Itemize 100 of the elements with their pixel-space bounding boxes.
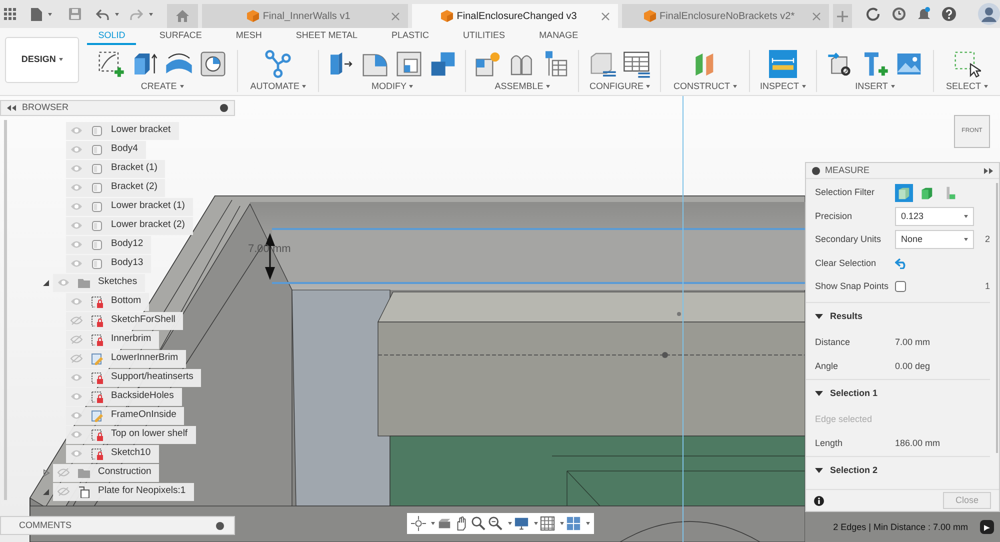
checkbox[interactable] bbox=[895, 281, 906, 292]
collapse-arrow-icon[interactable] bbox=[42, 468, 50, 476]
dot-icon[interactable] bbox=[216, 522, 224, 530]
avatar-icon[interactable] bbox=[978, 3, 1000, 25]
field-label: Selection Filter bbox=[815, 186, 876, 199]
section-header[interactable]: Selection 1 bbox=[806, 380, 990, 408]
tree-item[interactable]: Lower bracket (1) bbox=[66, 198, 193, 216]
tree-item[interactable]: Innerbrim bbox=[66, 330, 160, 348]
dot-icon[interactable] bbox=[812, 166, 820, 174]
dot-icon[interactable] bbox=[220, 104, 228, 112]
scrollbar[interactable] bbox=[4, 120, 7, 500]
toolbar-tab[interactable]: UTILITIES bbox=[452, 30, 516, 45]
tree-item[interactable]: BacksideHoles bbox=[66, 388, 182, 406]
clock-icon[interactable] bbox=[892, 7, 906, 21]
tree-item[interactable]: Support/heatinserts bbox=[66, 368, 202, 386]
tree-item[interactable]: SketchForShell bbox=[66, 312, 184, 330]
tool-group-menu[interactable]: CONSTRUCT bbox=[671, 80, 739, 92]
caret-icon bbox=[890, 84, 895, 88]
scrollbar[interactable] bbox=[996, 183, 998, 453]
tree-item[interactable]: Body13 bbox=[66, 254, 152, 272]
workspace-button[interactable]: DESIGN bbox=[5, 37, 80, 83]
component-icon[interactable] bbox=[474, 50, 502, 78]
double-arrow-icon[interactable] bbox=[7, 105, 16, 111]
orbit-icon[interactable] bbox=[411, 516, 426, 531]
tree-item[interactable]: LowerInnerBrim bbox=[66, 350, 186, 368]
grid-icon[interactable] bbox=[540, 516, 555, 531]
double-arrow-icon[interactable] bbox=[984, 168, 993, 174]
tree-item[interactable]: Lower bracket (2) bbox=[66, 216, 193, 234]
tool-group-menu[interactable]: CREATE bbox=[138, 80, 186, 92]
toolbar-tab[interactable]: MANAGE bbox=[528, 30, 590, 45]
cube-icon bbox=[897, 186, 911, 200]
apps-icon[interactable] bbox=[4, 8, 16, 20]
monitor-icon[interactable] bbox=[514, 516, 529, 531]
cube-sliders-icon[interactable] bbox=[588, 50, 617, 78]
folder-icon bbox=[78, 466, 90, 478]
tree-item[interactable]: FrameOnInside bbox=[66, 406, 184, 424]
document-tab[interactable]: FinalEnclosureNoBrackets v2* bbox=[622, 4, 829, 28]
toolbar-tab[interactable]: MESH bbox=[224, 30, 273, 45]
bell-icon[interactable] bbox=[918, 7, 930, 21]
table-sliders-icon[interactable] bbox=[622, 50, 651, 78]
section-header[interactable]: Selection 2 bbox=[806, 456, 990, 484]
tree-item[interactable]: Bracket (2) bbox=[66, 178, 166, 196]
tree-item[interactable]: Sketch10 bbox=[66, 444, 159, 462]
ruler-icon[interactable] bbox=[768, 50, 797, 78]
node-graph-icon[interactable] bbox=[264, 50, 292, 78]
undo-arrow-icon bbox=[895, 258, 908, 269]
tree-item[interactable]: Bracket (1) bbox=[66, 160, 166, 178]
zoom-icon[interactable] bbox=[471, 516, 486, 531]
tree-item[interactable]: Body12 bbox=[66, 236, 152, 254]
expand-arrow-icon[interactable] bbox=[42, 278, 50, 286]
close-icon[interactable] bbox=[812, 12, 821, 20]
tree-item[interactable]: Sketches bbox=[53, 274, 146, 292]
document-tab[interactable]: FinalEnclosureChanged v3 bbox=[412, 4, 618, 28]
tree-item[interactable]: Plate for Neopixels:1 bbox=[53, 482, 194, 500]
tree-item[interactable]: Bottom bbox=[66, 292, 150, 310]
tool-group-menu[interactable]: SELECT bbox=[944, 80, 990, 92]
viewports-icon[interactable] bbox=[566, 516, 581, 531]
expand-arrow-icon[interactable] bbox=[42, 488, 50, 496]
toolbar-tab[interactable]: PLASTIC bbox=[380, 30, 440, 45]
status-text: 2 Edges | Min Distance : 7.00 mm bbox=[833, 520, 968, 534]
info-icon[interactable] bbox=[814, 496, 824, 506]
toolbar-tab[interactable]: SHEET METAL bbox=[284, 30, 369, 45]
body-icon bbox=[91, 144, 103, 156]
shell-icon[interactable] bbox=[395, 50, 424, 78]
file-icon[interactable] bbox=[31, 8, 42, 20]
undo-icon[interactable] bbox=[96, 8, 109, 20]
home-button[interactable] bbox=[167, 4, 198, 28]
toolbar-tab[interactable]: SURFACE bbox=[148, 30, 213, 45]
magnifier-icon[interactable] bbox=[488, 516, 503, 531]
cubes-icon[interactable] bbox=[429, 50, 458, 78]
cube-hole-icon[interactable] bbox=[199, 50, 228, 78]
sketch-icon[interactable] bbox=[97, 50, 126, 78]
tree-item[interactable]: Top on lower shelf bbox=[66, 426, 196, 444]
document-tab[interactable]: Final_InnerWalls v1 bbox=[202, 4, 408, 28]
dropdown-field[interactable]: None bbox=[895, 230, 974, 250]
help-icon[interactable] bbox=[942, 7, 956, 21]
save-icon[interactable] bbox=[69, 8, 81, 20]
tool-group-menu[interactable]: CONFIGURE bbox=[587, 80, 652, 92]
selection-icon[interactable] bbox=[952, 50, 981, 78]
caret-icon bbox=[964, 238, 968, 242]
undo-button[interactable] bbox=[895, 258, 908, 269]
tool-group-menu[interactable]: INSPECT bbox=[758, 80, 808, 92]
edge-marker: 1 bbox=[984, 280, 990, 293]
caret-icon bbox=[508, 522, 512, 525]
selection-filter-button[interactable] bbox=[895, 184, 913, 202]
section-header[interactable]: Results bbox=[806, 302, 990, 330]
tree-item[interactable]: Lower bracket bbox=[66, 122, 179, 140]
tool-group-menu[interactable]: MODIFY bbox=[369, 80, 416, 92]
caret-icon bbox=[586, 522, 590, 525]
look-at-icon[interactable] bbox=[437, 516, 452, 531]
tool-group-menu[interactable]: INSERT bbox=[853, 80, 897, 92]
close-icon[interactable] bbox=[391, 12, 400, 20]
component-icon bbox=[78, 486, 90, 498]
tree-item[interactable]: Construction bbox=[53, 464, 160, 482]
add-tab-button[interactable] bbox=[832, 4, 852, 28]
close-icon[interactable] bbox=[601, 12, 610, 20]
tree-item[interactable]: Body4 bbox=[66, 140, 146, 158]
tool-group-menu[interactable]: ASSEMBLE bbox=[492, 80, 552, 92]
dropdown-field[interactable]: 0.123 bbox=[895, 206, 974, 226]
tool-group-menu[interactable]: AUTOMATE bbox=[248, 80, 308, 92]
